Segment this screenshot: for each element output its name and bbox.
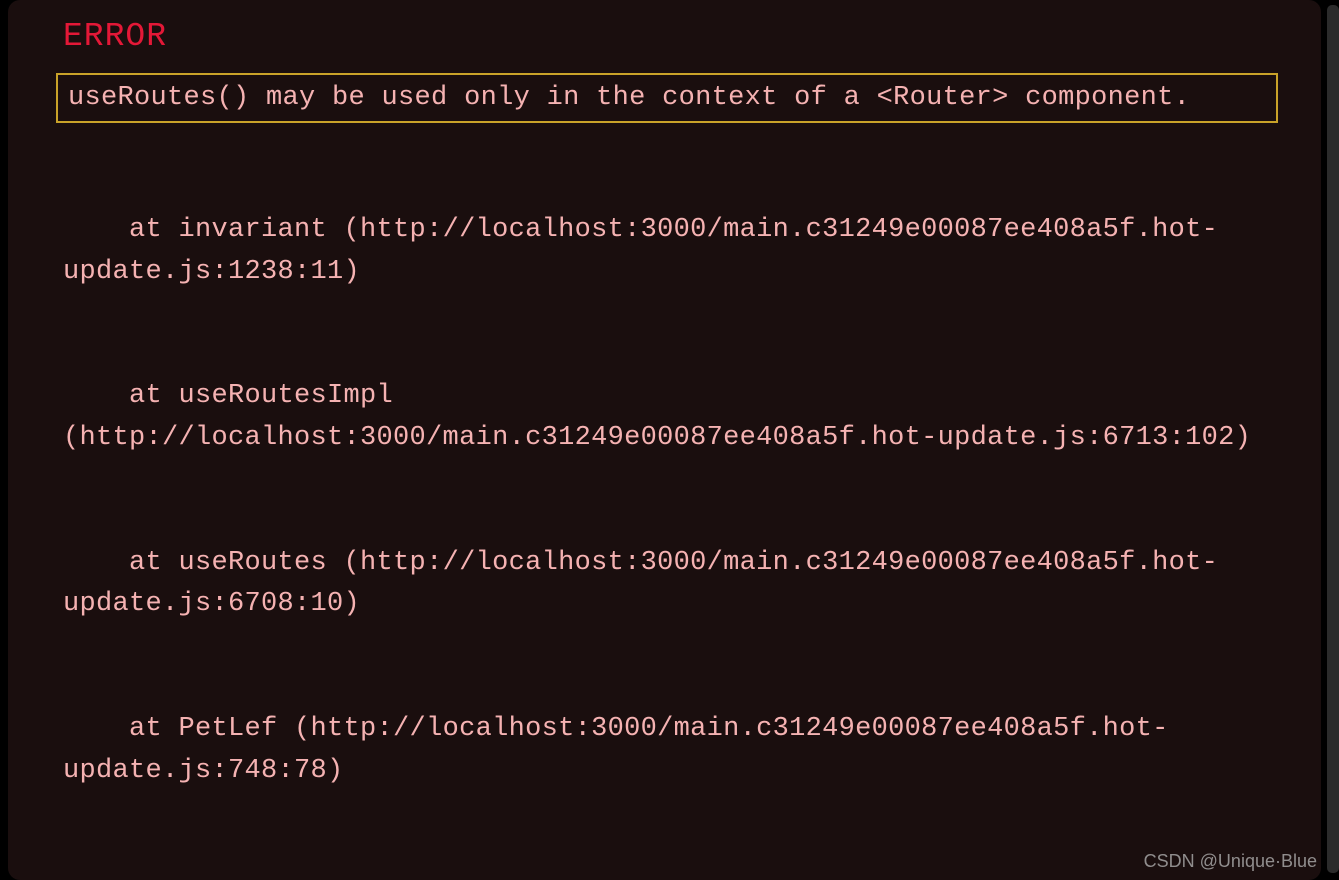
stack-line: at PetLef (http://localhost:3000/main.c3… (63, 709, 1273, 792)
stack-trace: at invariant (http://localhost:3000/main… (8, 123, 1321, 880)
error-overlay: ERROR useRoutes() may be used only in th… (8, 0, 1321, 880)
error-message: useRoutes() may be used only in the cont… (68, 83, 1266, 113)
error-message-box: useRoutes() may be used only in the cont… (56, 73, 1278, 123)
error-title: ERROR (8, 18, 1321, 55)
stack-line: at invariant (http://localhost:3000/main… (63, 210, 1273, 293)
stack-line: at useRoutes (http://localhost:3000/main… (63, 543, 1273, 626)
scrollbar-track[interactable] (1327, 5, 1339, 873)
watermark: CSDN @Unique·Blue (1144, 851, 1317, 872)
stack-line: at useRoutesImpl (http://localhost:3000/… (63, 376, 1273, 459)
stack-line: at renderWithHooks (http://localhost:300… (63, 875, 1273, 880)
